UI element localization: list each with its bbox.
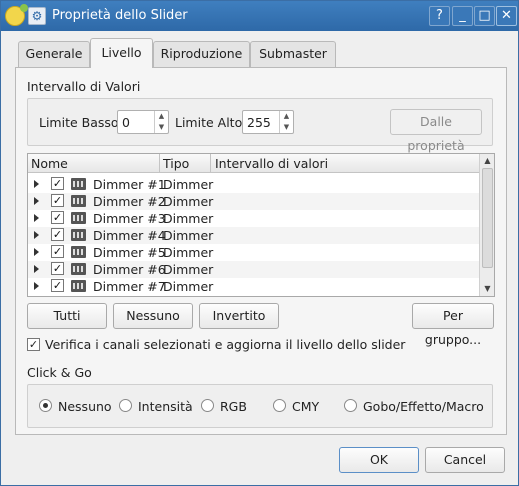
dimmer-fixture-icon (71, 263, 86, 275)
spin-down-icon[interactable]: ▼ (155, 122, 168, 133)
expand-arrow-icon[interactable] (34, 197, 39, 205)
row-type: Dimmer (163, 228, 214, 243)
click-go-title: Click & Go (27, 365, 92, 380)
spin-up-icon[interactable]: ▲ (280, 111, 293, 122)
minimize-button[interactable]: _ (452, 6, 473, 26)
row-checkbox[interactable]: ✓ (51, 194, 64, 207)
expand-arrow-icon[interactable] (34, 214, 39, 222)
radio-cmy[interactable] (273, 399, 286, 412)
help-button[interactable]: ? (429, 6, 450, 26)
column-type[interactable]: Tipo (163, 156, 189, 171)
high-limit-label: Limite Alto (175, 115, 243, 130)
dimmer-fixture-icon (71, 280, 86, 292)
radio-intensita[interactable] (119, 399, 132, 412)
low-limit-label: Limite Basso (39, 115, 119, 130)
tree-row[interactable]: ✓ Dimmer #3 Dimmer (28, 210, 479, 227)
row-checkbox[interactable]: ✓ (51, 262, 64, 275)
low-limit-spinbox[interactable]: 0 ▲ ▼ (117, 110, 169, 134)
radio-nessuno-label[interactable]: Nessuno (58, 399, 112, 414)
tree-header: Nome Tipo Intervallo di valori (28, 154, 479, 173)
expand-arrow-icon[interactable] (34, 282, 39, 290)
from-properties-button[interactable]: Dalle proprietà (390, 109, 482, 153)
row-name: Dimmer #6 (93, 262, 166, 277)
tree-row[interactable]: ✓ Dimmer #6 Dimmer (28, 261, 479, 278)
row-name: Dimmer #5 (93, 245, 166, 260)
spin-up-icon[interactable]: ▲ (155, 111, 168, 122)
app-logo-icon (5, 4, 28, 26)
expand-arrow-icon[interactable] (34, 265, 39, 273)
expand-arrow-icon[interactable] (34, 248, 39, 256)
row-type: Dimmer (163, 262, 214, 277)
radio-gobo-effect-macro[interactable] (344, 399, 357, 412)
tree-row[interactable]: ✓ Dimmer #4 Dimmer (28, 227, 479, 244)
dimmer-fixture-icon (71, 178, 86, 190)
dimmer-fixture-icon (71, 195, 86, 207)
slider-properties-dialog: ⚙ Proprietà dello Slider ? _ □ ✕ General… (0, 0, 519, 486)
expand-arrow-icon[interactable] (34, 180, 39, 188)
row-checkbox[interactable]: ✓ (51, 245, 64, 258)
maximize-button[interactable]: □ (474, 6, 495, 26)
row-type: Dimmer (163, 194, 214, 209)
tab-submaster[interactable]: Submaster (250, 41, 336, 67)
column-name[interactable]: Nome (31, 156, 68, 171)
tab-generale[interactable]: Generale (18, 41, 90, 67)
low-limit-value: 0 (122, 115, 130, 130)
tree-row[interactable]: ✓ Dimmer #2 Dimmer (28, 193, 479, 210)
scroll-down-icon[interactable]: ▼ (480, 282, 495, 296)
invert-selection-button[interactable]: Invertito (199, 303, 279, 329)
row-name: Dimmer #2 (93, 194, 166, 209)
tab-riproduzione[interactable]: Riproduzione (153, 41, 250, 67)
radio-cmy-label[interactable]: CMY (292, 399, 319, 414)
dimmer-fixture-icon (71, 212, 86, 224)
tree-vertical-scrollbar[interactable]: ▲ ▼ (479, 154, 494, 296)
scroll-up-icon[interactable]: ▲ (480, 154, 495, 168)
row-checkbox[interactable]: ✓ (51, 211, 64, 224)
radio-intensita-label[interactable]: Intensità (138, 399, 193, 414)
title-bar[interactable]: ⚙ Proprietà dello Slider ? _ □ ✕ (1, 1, 518, 31)
expand-arrow-icon[interactable] (34, 231, 39, 239)
row-checkbox[interactable]: ✓ (51, 177, 64, 190)
row-checkbox[interactable]: ✓ (51, 279, 64, 292)
row-name: Dimmer #3 (93, 211, 166, 226)
window-title: Proprietà dello Slider (52, 8, 188, 23)
tree-row[interactable]: ✓ Dimmer #5 Dimmer (28, 244, 479, 261)
row-type: Dimmer (163, 211, 214, 226)
dimmer-fixture-icon (71, 229, 86, 241)
monitor-label[interactable]: Verifica i canali selezionati e aggiorna… (45, 337, 405, 352)
range-group-title: Intervallo di Valori (27, 79, 141, 94)
radio-gobo-effect-macro-label[interactable]: Gobo/Effetto/Macro (363, 399, 484, 414)
by-group-button[interactable]: Per gruppo... (412, 303, 494, 347)
row-name: Dimmer #4 (93, 228, 166, 243)
ok-button[interactable]: OK (339, 447, 419, 473)
tab-livello[interactable]: Livello (90, 38, 153, 68)
scrollbar-thumb[interactable] (482, 168, 493, 268)
row-type: Dimmer (163, 245, 214, 260)
channel-tree[interactable]: Nome Tipo Intervallo di valori ✓ Dimmer … (27, 153, 495, 297)
row-name: Dimmer #7 (93, 279, 166, 294)
dimmer-fixture-icon (71, 246, 86, 258)
high-limit-value: 255 (247, 115, 271, 130)
row-checkbox[interactable]: ✓ (51, 228, 64, 241)
select-none-button[interactable]: Nessuno (113, 303, 193, 329)
monitor-checkbox[interactable]: ✓ (27, 338, 40, 351)
high-limit-spinbox[interactable]: 255 ▲ ▼ (242, 110, 294, 134)
row-type: Dimmer (163, 177, 214, 192)
radio-rgb[interactable] (201, 399, 214, 412)
tree-row[interactable]: ✓ Dimmer #1 Dimmer (28, 176, 479, 193)
window-menu-icon[interactable]: ⚙ (28, 7, 46, 25)
row-name: Dimmer #1 (93, 177, 166, 192)
close-button[interactable]: ✕ (496, 6, 517, 26)
row-type: Dimmer (163, 279, 214, 294)
radio-nessuno[interactable] (39, 399, 52, 412)
radio-rgb-label[interactable]: RGB (220, 399, 247, 414)
column-range[interactable]: Intervallo di valori (215, 156, 328, 171)
spin-down-icon[interactable]: ▼ (280, 122, 293, 133)
cancel-button[interactable]: Cancel (425, 447, 505, 473)
tree-row[interactable]: ✓ Dimmer #7 Dimmer (28, 278, 479, 295)
select-all-button[interactable]: Tutti (27, 303, 107, 329)
